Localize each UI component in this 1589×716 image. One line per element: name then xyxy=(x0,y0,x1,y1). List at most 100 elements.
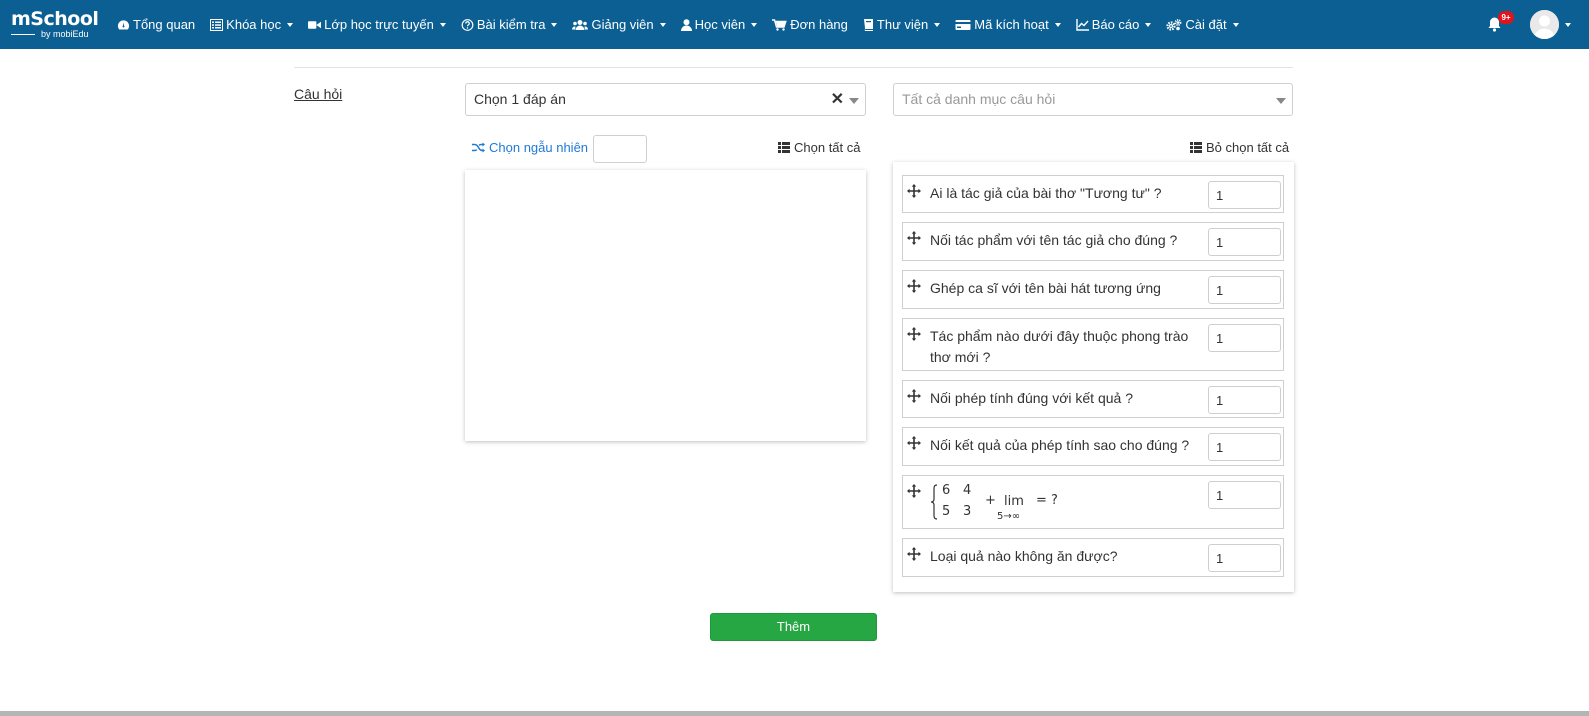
page-bottom-bar xyxy=(0,711,1589,716)
brand-logo[interactable]: mSchool by mobiEdu xyxy=(11,8,101,42)
question-text: Ai là tác giả của bài thơ "Tương tư" ? xyxy=(930,185,1162,201)
answer-type-select[interactable]: Chọn 1 đáp án ✕ xyxy=(465,83,866,116)
math-expression: 6 4 5 3 + lim 5→∞ = ? xyxy=(930,481,1070,523)
nav-label: Tổng quan xyxy=(133,17,196,32)
nav-item-cai-dat[interactable]: Cài đặt xyxy=(1166,17,1239,32)
category-placeholder: Tất cả danh mục câu hỏi xyxy=(902,91,1056,107)
question-circle-icon xyxy=(461,18,474,31)
question-score-input[interactable] xyxy=(1208,433,1281,461)
chevron-down-icon xyxy=(1232,22,1239,27)
nav-label: Bài kiểm tra xyxy=(476,17,546,32)
available-questions-panel[interactable] xyxy=(465,170,866,441)
brand-subtitle: by mobiEdu xyxy=(41,29,89,39)
chevron-down-icon xyxy=(551,22,558,27)
math-lim: lim xyxy=(1004,494,1024,509)
move-icon[interactable] xyxy=(907,547,921,561)
cogs-icon xyxy=(1166,18,1182,31)
nav-item-bai-kiem-tra[interactable]: Bài kiểm tra xyxy=(461,17,558,32)
deselect-all-button[interactable]: Bỏ chọn tất cả xyxy=(1190,140,1289,155)
math-eq: = ? xyxy=(1036,493,1058,508)
brace-icon xyxy=(930,484,938,520)
chevron-down-icon xyxy=(1054,22,1061,27)
chevron-down-icon xyxy=(849,98,859,104)
math-lim-sub: 5→∞ xyxy=(997,511,1021,522)
chevron-down-icon xyxy=(287,22,294,27)
nav-item-thu-vien[interactable]: Thư viện xyxy=(863,17,941,32)
clear-icon[interactable]: ✕ xyxy=(831,84,844,115)
move-icon[interactable] xyxy=(907,327,921,341)
chevron-down-icon xyxy=(751,22,758,27)
random-count-input[interactable] xyxy=(593,135,647,163)
user-avatar-icon xyxy=(1530,10,1559,39)
list-icon xyxy=(778,142,790,153)
section-label-questions: Câu hỏi xyxy=(294,86,343,102)
selected-questions-panel: Ai là tác giả của bài thơ "Tương tư" ? N… xyxy=(893,162,1294,592)
nav-label: Khóa học xyxy=(226,17,282,32)
move-icon[interactable] xyxy=(907,184,921,198)
question-item[interactable]: Nối kết quả của phép tính sao cho đúng ? xyxy=(902,427,1284,466)
question-item[interactable]: Tác phẩm nào dưới đây thuộc phong trào t… xyxy=(902,318,1284,371)
users-icon xyxy=(572,19,589,30)
random-select-link[interactable]: Chọn ngẫu nhiên xyxy=(472,140,588,155)
video-icon xyxy=(308,20,322,29)
chevron-down-icon xyxy=(659,22,666,27)
nav-label: Mã kích hoạt xyxy=(974,17,1049,32)
math-r2c1: 5 xyxy=(942,504,951,519)
move-icon[interactable] xyxy=(907,436,921,450)
question-score-input[interactable] xyxy=(1208,181,1281,209)
question-item[interactable]: 6 4 5 3 + lim 5→∞ = ? xyxy=(902,475,1284,529)
chevron-down-icon[interactable] xyxy=(1565,23,1571,27)
select-all-button[interactable]: Chọn tất cả xyxy=(778,140,861,155)
book-icon xyxy=(863,18,873,31)
question-score-input[interactable] xyxy=(1208,544,1281,572)
move-icon[interactable] xyxy=(907,279,921,293)
answer-type-value: Chọn 1 đáp án xyxy=(474,91,566,107)
question-text: Nối phép tính đúng với kết quả ? xyxy=(930,390,1133,406)
question-item[interactable]: Nối phép tính đúng với kết quả ? xyxy=(902,380,1284,418)
math-plus: + xyxy=(985,493,996,508)
nav-label: Đơn hàng xyxy=(790,17,848,32)
nav-item-khoa-hoc[interactable]: Khóa học xyxy=(210,17,294,32)
nav-item-don-hang[interactable]: Đơn hàng xyxy=(772,17,848,32)
question-item[interactable]: Nối tác phẩm với tên tác giả cho đúng ? xyxy=(902,222,1284,261)
card-icon xyxy=(955,19,971,30)
question-text: Ghép ca sĩ với tên bài hát tương ứng xyxy=(930,280,1161,296)
brand-name: mSchool xyxy=(11,8,99,30)
nav-label: Giảng viên xyxy=(591,17,654,32)
question-text: Nối kết quả của phép tính sao cho đúng ? xyxy=(930,437,1190,453)
logo-underline xyxy=(11,34,35,35)
cart-icon xyxy=(772,18,787,31)
avatar[interactable] xyxy=(1530,10,1559,39)
question-item[interactable]: Ghép ca sĩ với tên bài hát tương ứng xyxy=(902,270,1284,309)
nav-label: Học viên xyxy=(694,17,746,32)
question-text: Tác phẩm nào dưới đây thuộc phong trào t… xyxy=(930,328,1189,365)
nav-label: Cài đặt xyxy=(1185,17,1227,32)
nav-label: Lớp học trực tuyến xyxy=(324,17,434,32)
math-r1c2: 4 xyxy=(963,483,972,498)
dashboard-icon xyxy=(117,19,130,29)
list-icon xyxy=(210,18,224,31)
shuffle-icon xyxy=(472,142,485,153)
nav-item-ma-kich-hoat[interactable]: Mã kích hoạt xyxy=(955,17,1061,32)
nav-label: Thư viện xyxy=(876,17,929,32)
question-item[interactable]: Ai là tác giả của bài thơ "Tương tư" ? xyxy=(902,175,1284,213)
math-r2c2: 3 xyxy=(963,504,972,519)
nav-item-giang-vien[interactable]: Giảng viên xyxy=(572,17,666,32)
move-icon[interactable] xyxy=(907,389,921,403)
question-score-input[interactable] xyxy=(1208,228,1281,256)
nav-item-tong-quan[interactable]: Tổng quan xyxy=(117,17,195,32)
nav-item-lop-hoc-truc-tuyen[interactable]: Lớp học trực tuyến xyxy=(308,17,446,32)
move-icon[interactable] xyxy=(907,484,921,498)
move-icon[interactable] xyxy=(907,231,921,245)
question-score-input[interactable] xyxy=(1208,481,1281,509)
question-score-input[interactable] xyxy=(1208,324,1281,352)
nav-item-hoc-vien[interactable]: Học viên xyxy=(680,17,758,32)
question-score-input[interactable] xyxy=(1208,386,1281,414)
add-button[interactable]: Thêm xyxy=(710,613,877,641)
nav-item-bao-cao[interactable]: Báo cáo xyxy=(1075,17,1152,32)
category-select[interactable]: Tất cả danh mục câu hỏi xyxy=(893,83,1293,116)
question-score-input[interactable] xyxy=(1208,276,1281,304)
question-item[interactable]: Loại quả nào không ăn được? xyxy=(902,538,1284,577)
nav-label: Báo cáo xyxy=(1091,17,1140,32)
chevron-down-icon xyxy=(1145,22,1152,27)
